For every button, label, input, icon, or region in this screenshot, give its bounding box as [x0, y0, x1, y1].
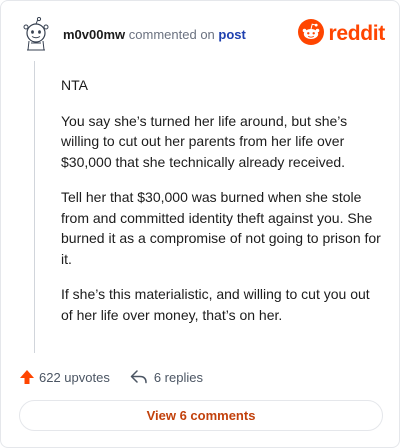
upvote-count: 622 upvotes — [39, 369, 110, 385]
post-link[interactable]: post — [218, 27, 245, 42]
brand-name: reddit — [328, 22, 385, 45]
comment-stats: 622 upvotes 6 replies — [19, 365, 203, 389]
comment-byline: m0v00mw commented on post — [63, 27, 246, 42]
comment-paragraph: If she’s this materialistic, and willing… — [61, 286, 370, 323]
thread-line — [34, 61, 35, 353]
comment-paragraph: NTA — [61, 77, 88, 93]
view-comments-button[interactable]: View 6 comments — [19, 400, 383, 431]
comment-paragraph: You say she’s turned her life around, bu… — [61, 112, 348, 170]
snoo-avatar-icon[interactable] — [19, 16, 53, 55]
username-link[interactable]: m0v00mw — [63, 27, 125, 42]
comment-card: m0v00mw commented on post reddit NTA You… — [0, 0, 400, 448]
comment-paragraph: Tell her that $30,000 was burned when sh… — [61, 189, 381, 267]
replies-stat[interactable]: 6 replies — [130, 369, 203, 385]
reddit-brand[interactable]: reddit — [298, 18, 385, 50]
upvote-arrow-icon — [19, 369, 35, 385]
action-text: commented on — [128, 27, 215, 42]
reply-count: 6 replies — [153, 369, 203, 385]
reply-arrow-icon — [130, 369, 148, 385]
comment-body: NTA You say she’s turned her life around… — [61, 75, 383, 340]
comment-header: m0v00mw commented on post reddit — [19, 16, 385, 55]
reddit-logo-icon — [298, 18, 325, 50]
upvote-stat[interactable]: 622 upvotes — [19, 369, 110, 385]
